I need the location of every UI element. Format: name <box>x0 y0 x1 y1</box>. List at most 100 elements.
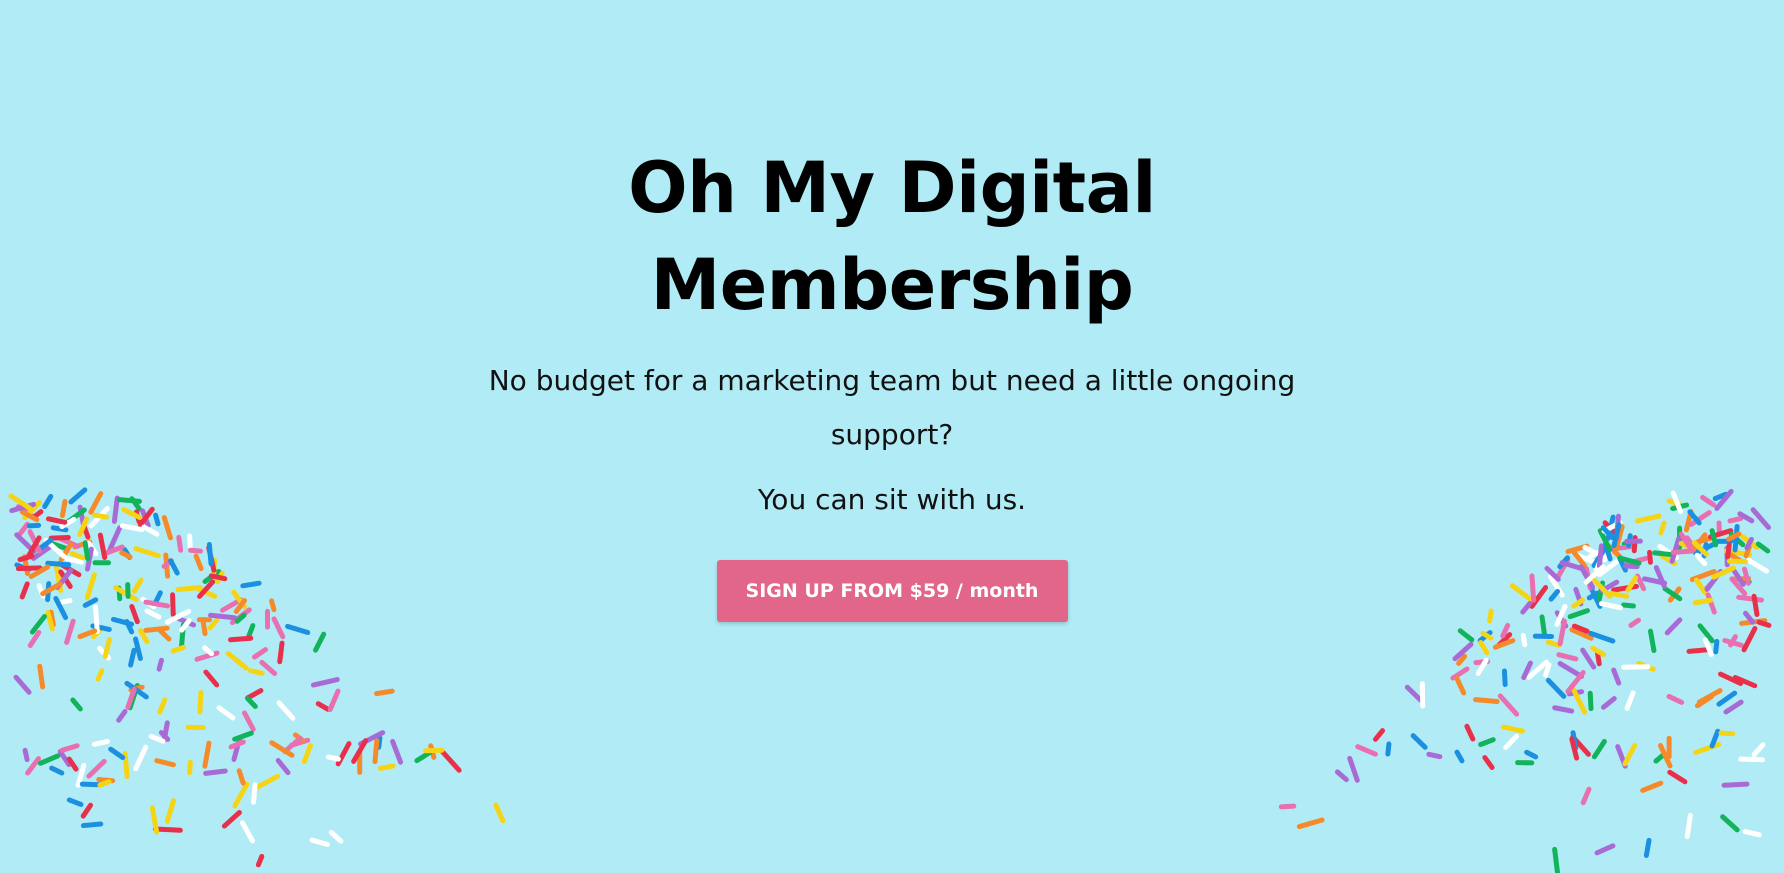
sprinkle <box>59 743 80 753</box>
hero-section: Oh My Digital Membership No budget for a… <box>0 140 1784 622</box>
sprinkle <box>325 754 341 762</box>
hero-title-line-2: Membership <box>650 244 1134 326</box>
sprinkle <box>1643 837 1652 858</box>
sprinkle <box>1501 668 1508 687</box>
sprinkle <box>1503 733 1520 750</box>
sprinkle <box>236 768 246 786</box>
sprinkle <box>149 805 160 835</box>
sprinkle <box>216 705 236 721</box>
sprinkle <box>1552 705 1575 714</box>
sprinkle <box>203 669 220 688</box>
sprinkle <box>1500 724 1525 734</box>
sprinkle <box>493 802 506 824</box>
sprinkle <box>185 724 206 731</box>
sprinkle <box>122 751 130 780</box>
sprinkle <box>390 738 404 765</box>
sprinkle <box>157 697 168 715</box>
sprinkle <box>1621 664 1651 670</box>
sprinkle <box>1624 690 1636 711</box>
sprinkle <box>374 688 395 697</box>
sprinkle <box>251 782 258 805</box>
sprinkle <box>1532 633 1555 639</box>
sprinkle <box>102 636 112 659</box>
sprinkle <box>1742 829 1762 838</box>
hero-title-line-1: Oh My Digital <box>628 147 1156 229</box>
sprinkle <box>91 738 110 747</box>
page: { "hero": { "title_line1": "Oh My Digita… <box>0 0 1784 873</box>
sprinkle <box>1622 743 1638 767</box>
sprinkle <box>327 688 341 713</box>
sprinkle <box>1473 697 1500 705</box>
sprinkle <box>80 821 104 829</box>
sprinkle <box>1556 652 1579 662</box>
hero-lede: No budget for a marketing team but need … <box>488 364 1296 451</box>
sprinkle <box>1667 769 1688 785</box>
sprinkle <box>255 773 280 790</box>
sprinkle <box>1482 755 1495 771</box>
sprinkle <box>335 741 352 767</box>
sprinkle <box>232 781 250 809</box>
sprinkle <box>1520 632 1528 648</box>
sprinkle <box>1684 812 1693 840</box>
sprinkle <box>156 657 164 672</box>
sprinkle <box>225 651 249 671</box>
sprinkle <box>22 747 30 763</box>
sprinkle <box>1601 696 1617 710</box>
sprinkle <box>203 768 228 776</box>
sprinkle <box>37 663 46 690</box>
sprinkle <box>228 635 254 643</box>
sprinkle <box>255 853 265 868</box>
sprinkle <box>1594 843 1616 856</box>
sprinkle <box>1545 677 1567 699</box>
sprinkle <box>154 758 176 768</box>
sprinkle <box>1419 681 1426 709</box>
sprinkle <box>170 644 187 654</box>
sprinkle <box>164 798 177 824</box>
sprinkle <box>70 697 83 712</box>
sprinkle <box>1296 817 1325 830</box>
sprinkle <box>301 743 313 764</box>
hero-subline: You can sit with us. <box>757 483 1027 516</box>
sprinkle <box>1720 814 1740 833</box>
sprinkle <box>1580 786 1592 806</box>
sprinkle <box>310 677 340 688</box>
sprinkle <box>423 747 445 754</box>
sprinkle <box>128 647 137 668</box>
sprinkle <box>1410 733 1428 750</box>
sprinkle <box>377 763 396 771</box>
sprinkle <box>1478 737 1496 748</box>
sprinkle <box>1454 749 1465 764</box>
sprinkle <box>66 797 84 807</box>
sprinkle <box>221 810 242 829</box>
sprinkle <box>143 625 170 633</box>
sprinkle <box>1454 675 1467 696</box>
sprinkle <box>275 758 291 776</box>
sprinkle <box>239 820 256 844</box>
sprinkle <box>1278 803 1297 810</box>
sprinkle <box>1611 667 1622 686</box>
sprinkle <box>1666 693 1685 705</box>
sprinkle <box>1385 741 1392 757</box>
sprinkle <box>1515 760 1535 766</box>
sprinkle <box>49 765 65 776</box>
sprinkle <box>252 647 268 660</box>
sprinkle <box>313 631 327 653</box>
sprinkle <box>1457 628 1475 643</box>
signup-button[interactable]: SIGN UP FROM $59 / month <box>716 560 1068 622</box>
sprinkle <box>1372 728 1386 742</box>
sprinkle <box>1718 730 1736 737</box>
sprinkle <box>116 709 128 723</box>
sprinkle <box>86 758 107 779</box>
sprinkle <box>1334 769 1349 783</box>
sprinkle <box>1497 693 1520 717</box>
sprinkle <box>197 690 204 715</box>
sprinkle <box>276 700 296 721</box>
sprinkle <box>1741 625 1758 653</box>
sprinkle <box>285 623 311 635</box>
sprinkle <box>13 674 32 695</box>
sprinkle <box>1640 780 1664 793</box>
hero-title: Oh My Digital Membership <box>392 140 1392 334</box>
sprinkle <box>1355 744 1378 757</box>
sprinkle <box>1587 690 1594 712</box>
sprinkle <box>1464 723 1476 742</box>
